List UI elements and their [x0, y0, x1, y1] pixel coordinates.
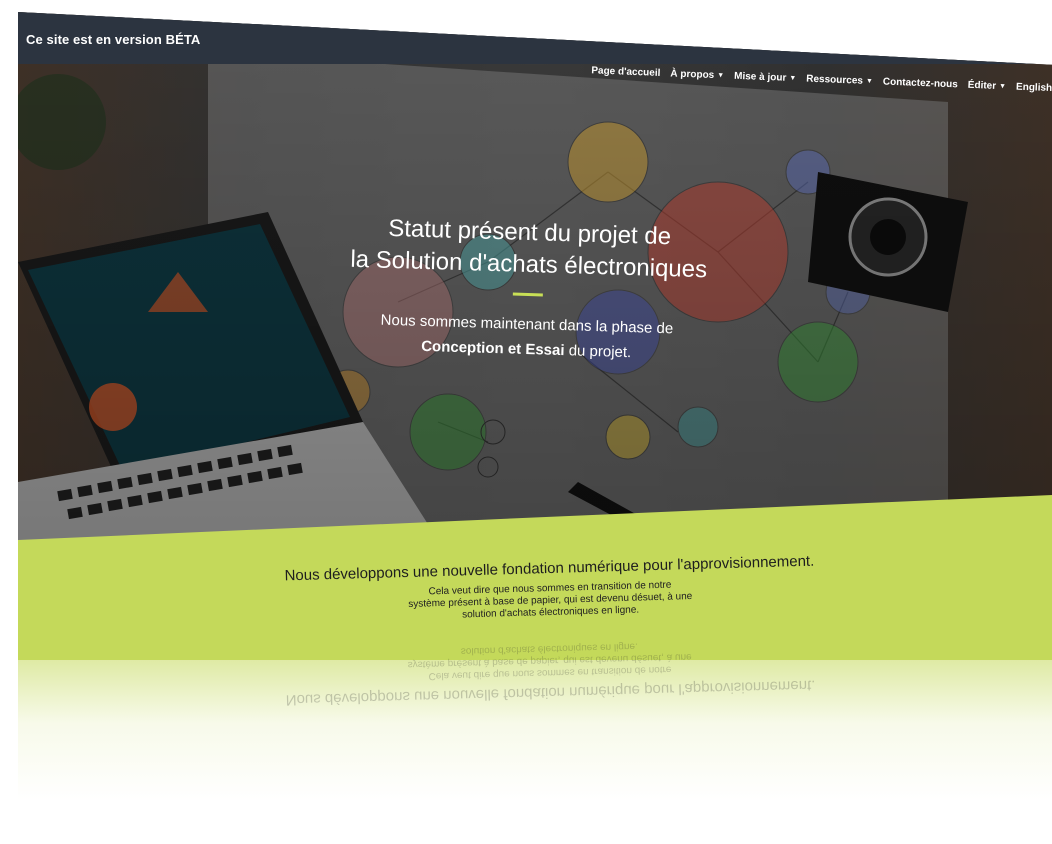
hero-divider	[512, 292, 543, 297]
nav-label: English	[1015, 81, 1052, 94]
nav-item-about[interactable]: À propos ▼	[670, 68, 724, 81]
nav-item-language[interactable]: English	[1016, 81, 1052, 93]
caret-down-icon: ▼	[716, 71, 725, 79]
caret-down-icon: ▼	[789, 74, 797, 82]
beta-notice: Ce site est en version BÉTA	[26, 32, 201, 47]
nav-item-updates[interactable]: Mise à jour ▼	[734, 70, 797, 83]
nav-label: Éditer	[967, 79, 997, 92]
beta-banner: Ce site est en version BÉTA	[18, 12, 1052, 64]
hero-section: Ce site est en version BÉTA Page d'accue…	[18, 12, 1052, 540]
nav-item-edit[interactable]: Éditer ▼	[967, 79, 1006, 91]
caret-down-icon: ▼	[998, 82, 1007, 90]
hero-subtitle-line1: Nous sommes maintenant dans la phase de	[380, 311, 674, 338]
hero-content: Statut présent du projet de la Solution …	[166, 206, 890, 372]
nav-item-contact[interactable]: Contactez-nous	[883, 76, 958, 90]
hero-subtitle-bold: Conception et Essai	[420, 337, 565, 360]
page-screenshot: Ce site est en version BÉTA Page d'accue…	[0, 0, 1052, 844]
nav-label: Mise à jour	[733, 70, 787, 84]
nav-label: Contactez-nous	[882, 76, 958, 90]
hero-title-line1: Statut présent du projet de	[387, 214, 672, 251]
hero-subtitle-rest: du projet.	[564, 342, 632, 362]
nav-label: À propos	[670, 67, 715, 81]
nav-item-resources[interactable]: Ressources ▼	[806, 73, 873, 87]
caret-down-icon: ▼	[865, 77, 873, 85]
nav-label: Ressources	[805, 73, 864, 87]
nav-item-home[interactable]: Page d'accueil	[591, 65, 660, 79]
nav-label: Page d'accueil	[590, 64, 661, 79]
hero-title-line2: la Solution d'achats électroniques	[350, 245, 708, 284]
